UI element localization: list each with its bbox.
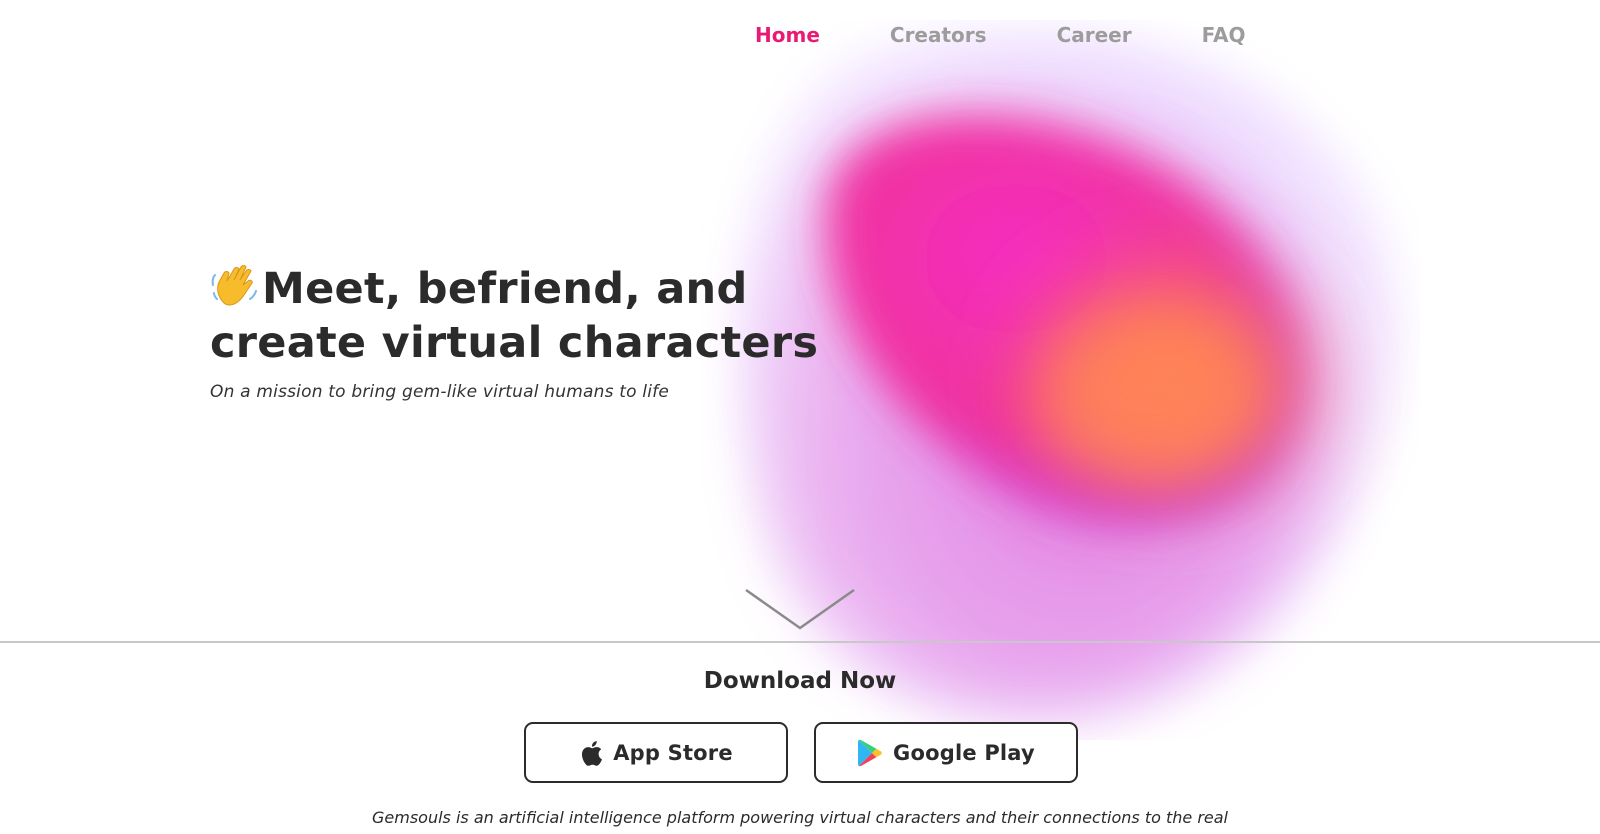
- apple-icon: [582, 740, 603, 766]
- google-play-button[interactable]: Google Play: [814, 722, 1078, 783]
- hero-title-line1: Meet, befriend, and: [262, 264, 748, 314]
- scroll-down-chevron-icon[interactable]: [744, 588, 856, 632]
- hero-title-line2: create virtual characters: [210, 318, 819, 368]
- app-store-label: App Store: [613, 740, 733, 765]
- hero-title: Meet, befriend, and create virtual chara…: [210, 262, 818, 370]
- main-nav: Home Creators Career FAQ: [755, 20, 1245, 50]
- app-store-button[interactable]: App Store: [524, 722, 788, 783]
- hero-section: Meet, befriend, and create virtual chara…: [210, 262, 818, 402]
- hero-subtitle: On a mission to bring gem-like virtual h…: [210, 382, 669, 402]
- download-title: Download Now: [703, 668, 897, 694]
- nav-item-faq[interactable]: FAQ: [1202, 20, 1246, 50]
- section-divider: [0, 641, 1600, 643]
- google-play-icon: [858, 739, 882, 766]
- nav-item-home[interactable]: Home: [755, 20, 820, 50]
- waving-hand-icon: [211, 265, 257, 306]
- nav-item-creators[interactable]: Creators: [890, 20, 987, 50]
- platform-description: Gemsouls is an artificial intelligence p…: [372, 808, 1228, 834]
- google-play-label: Google Play: [893, 740, 1035, 765]
- page: Home Creators Career FAQ Meet, befriend,…: [0, 0, 1600, 834]
- nav-item-career[interactable]: Career: [1057, 20, 1132, 50]
